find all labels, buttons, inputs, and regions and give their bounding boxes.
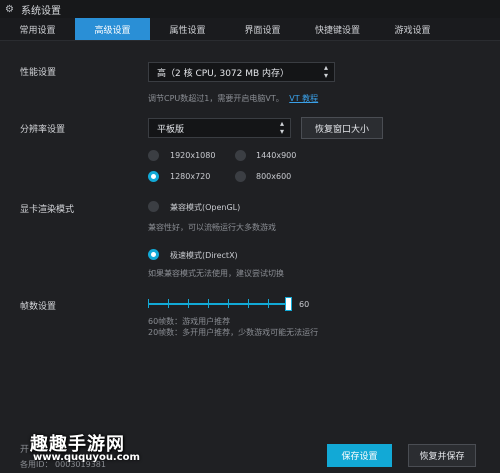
radio-1280x720[interactable] xyxy=(148,171,159,182)
fps-slider-tick xyxy=(208,299,209,308)
resolution-select[interactable]: 平板版 ▴ ▾ xyxy=(148,118,291,138)
tab-shortcuts[interactable]: 快捷键设置 xyxy=(300,18,375,40)
fps-slider-tick xyxy=(188,299,189,308)
fps-hint-60: 60帧数：游戏用户推荐 xyxy=(148,317,231,326)
fps-value: 60 xyxy=(299,300,310,309)
gear-icon: ⚙ xyxy=(5,3,14,15)
fps-slider-tick xyxy=(248,299,249,308)
tab-advanced[interactable]: 高级设置 xyxy=(75,18,150,40)
site-watermark-url: www.ququyou.com xyxy=(33,452,140,463)
radio-label-1280x720: 1280x720 xyxy=(170,172,211,181)
radio-1920x1080[interactable] xyxy=(148,150,159,161)
restore-window-size-button[interactable]: 恢复窗口大小 xyxy=(301,117,383,139)
render-mode-label: 显卡渲染模式 xyxy=(20,205,75,215)
performance-value: 高（2 核 CPU, 3072 MB 内存） xyxy=(157,68,290,79)
tab-common[interactable]: 常用设置 xyxy=(0,18,75,40)
updown-chevron-icon: ▴ ▾ xyxy=(323,63,328,80)
fps-slider-track[interactable] xyxy=(148,303,291,305)
radio-label-1440x900: 1440x900 xyxy=(256,151,297,160)
fps-slider-tick xyxy=(228,299,229,308)
fps-hint-20: 20帧数：多开用户推荐，少数游戏可能无法运行 xyxy=(148,328,319,337)
performance-select[interactable]: 高（2 核 CPU, 3072 MB 内存） ▴ ▾ xyxy=(148,62,335,82)
tab-bar: 常用设置 高级设置 属性设置 界面设置 快捷键设置 游戏设置 xyxy=(0,18,500,41)
footer-left-line1: 开 xyxy=(20,445,30,455)
compat-mode-hint: 兼容性好，可以流畅运行大多数游戏 xyxy=(148,223,276,232)
radio-label-1920x1080: 1920x1080 xyxy=(170,151,216,160)
resolution-label: 分辨率设置 xyxy=(20,125,66,135)
save-settings-button[interactable]: 保存设置 xyxy=(327,444,392,467)
radio-1440x900[interactable] xyxy=(235,150,246,161)
fps-slider-handle[interactable] xyxy=(285,297,292,311)
radio-compat-mode[interactable] xyxy=(148,201,159,212)
speed-mode-hint: 如果兼容模式无法使用，建议尝试切换 xyxy=(148,269,284,278)
speed-mode-label: 极速模式(DirectX) xyxy=(170,251,238,260)
resolution-value: 平板版 xyxy=(157,124,185,135)
compat-mode-label: 兼容模式(OpenGL) xyxy=(170,203,241,212)
tab-games[interactable]: 游戏设置 xyxy=(375,18,450,40)
updown-chevron-icon: ▴ ▾ xyxy=(279,119,284,136)
title-bar: ⚙ 系统设置 xyxy=(0,0,500,18)
tab-interface[interactable]: 界面设置 xyxy=(225,18,300,40)
performance-label: 性能设置 xyxy=(20,68,57,78)
fps-slider-tick xyxy=(168,299,169,308)
radio-speed-mode[interactable] xyxy=(148,249,159,260)
window-title: 系统设置 xyxy=(21,5,61,17)
vt-tutorial-link[interactable]: VT 教程 xyxy=(289,94,318,103)
tab-properties[interactable]: 属性设置 xyxy=(150,18,225,40)
performance-hint-text: 调节CPU数超过1，需要开启电脑VT。 xyxy=(148,94,284,103)
radio-800x600[interactable] xyxy=(235,171,246,182)
fps-slider-tick xyxy=(148,299,149,308)
performance-hint: 调节CPU数超过1，需要开启电脑VT。 VT 教程 xyxy=(148,93,318,104)
radio-label-800x600: 800x600 xyxy=(256,172,292,181)
restore-and-save-button[interactable]: 恢复并保存 xyxy=(408,444,476,467)
fps-label: 帧数设置 xyxy=(20,302,57,312)
fps-slider-tick xyxy=(268,299,269,308)
